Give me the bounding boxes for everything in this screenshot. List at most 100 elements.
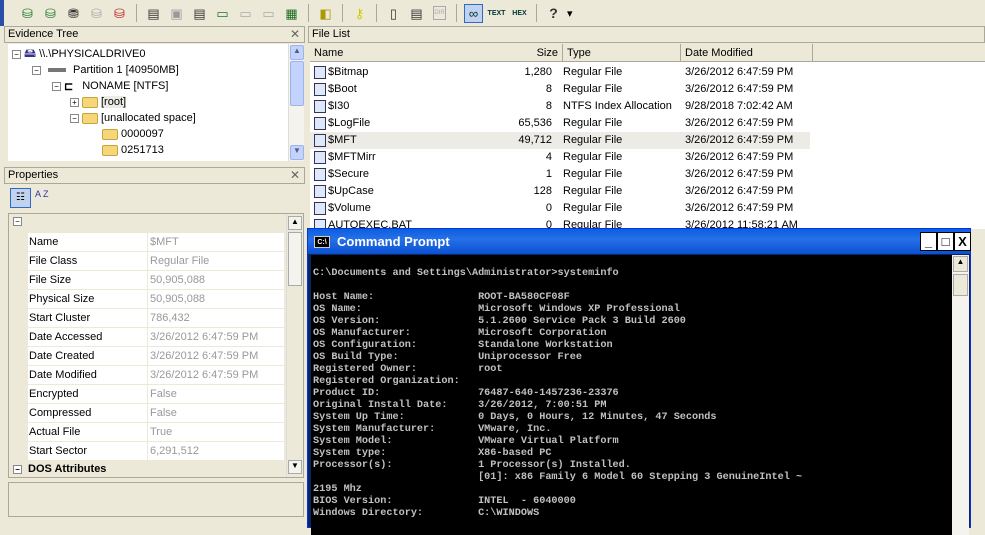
file-row[interactable]: $MFTMirr 4 Regular File 3/26/2012 6:47:59 P… <box>310 149 810 166</box>
categorized-icon[interactable]: ☷ <box>10 188 31 208</box>
column-header-size[interactable]: Size <box>513 44 563 62</box>
file-date: 3/26/2012 6:47:59 PM <box>685 185 794 197</box>
view-icon[interactable]: ∞ <box>464 3 483 23</box>
text-view-icon[interactable]: TEXT <box>487 4 506 23</box>
add-image-icon[interactable]: ⛁ <box>41 4 60 23</box>
help-icon[interactable]: ? <box>544 4 563 23</box>
property-row[interactable]: Date Modified 3/26/2012 6:47:59 PM <box>28 366 284 385</box>
file-name: $Bitmap <box>328 66 369 78</box>
collapse-icon[interactable]: − <box>70 113 79 123</box>
tree-node[interactable]: 0000097 <box>102 126 164 142</box>
property-row[interactable]: Start Cluster 786,432 <box>28 309 284 328</box>
scroll-up-icon[interactable]: ▲ <box>953 256 968 272</box>
key-icon[interactable]: ⚷ <box>350 4 369 23</box>
scroll-down-icon[interactable]: ▼ <box>288 460 302 474</box>
close-button[interactable]: X <box>954 232 971 251</box>
scroll-thumb[interactable] <box>953 274 968 296</box>
file-type: Regular File <box>563 185 623 197</box>
expand-icon[interactable]: + <box>70 97 79 107</box>
tree-node[interactable]: 0272913 <box>102 158 164 161</box>
hex-view-icon[interactable]: HEX <box>510 4 529 23</box>
add-drive-icon[interactable]: ⛃ <box>64 4 83 23</box>
property-row[interactable]: Date Accessed 3/26/2012 6:47:59 PM <box>28 328 284 347</box>
file-name: $LogFile <box>328 117 371 129</box>
property-row[interactable]: Date Created 3/26/2012 6:47:59 PM <box>28 347 284 366</box>
properties-toolbar: ☷ A Z <box>8 186 304 210</box>
close-icon[interactable]: ✕ <box>290 168 300 182</box>
decrypt-icon[interactable]: ◧ <box>316 4 335 23</box>
file-type: NTFS Index Allocation <box>563 100 672 112</box>
file-icon <box>314 117 326 130</box>
property-row[interactable]: Actual File True <box>28 423 284 442</box>
file-row[interactable]: $Boot 8 Regular File 3/26/2012 6:47:59 PM <box>310 81 810 98</box>
property-row[interactable]: Name $MFT <box>28 233 284 252</box>
add-evidence-icon[interactable]: ⛁ <box>18 4 37 23</box>
scroll-thumb[interactable] <box>288 232 302 286</box>
tree-node[interactable]: − Partition 1 [40950MB] <box>32 62 179 78</box>
minimize-button[interactable]: _ <box>920 232 937 251</box>
tree-node[interactable]: − [unallocated space] <box>70 110 196 126</box>
verify-icon[interactable]: ▭ <box>236 4 255 23</box>
close-icon[interactable]: ✕ <box>290 27 300 41</box>
tree-node[interactable]: − ⊏ NONAME [NTFS] <box>52 78 168 94</box>
scroll-up-icon[interactable]: ▲ <box>290 45 304 60</box>
dos-attributes-section[interactable]: − DOS Attributes <box>13 463 106 475</box>
collapse-icon[interactable]: − <box>32 65 41 75</box>
file-row[interactable]: $LogFile 65,536 Regular File 3/26/2012 6:47… <box>310 115 810 132</box>
scroll-up-icon[interactable]: ▲ <box>288 216 302 230</box>
grid-scrollbar[interactable]: ▲ ▼ <box>286 214 303 477</box>
create-image-icon[interactable]: ▤ <box>144 4 163 23</box>
file-row[interactable]: $UpCase 128 Regular File 3/26/2012 6:47:59 … <box>310 183 810 200</box>
new-list-icon[interactable]: ▯ <box>384 4 403 23</box>
property-value: False <box>150 407 177 419</box>
console-output[interactable]: C:\Documents and Settings\Administrator>… <box>311 255 952 535</box>
remove-evidence-icon[interactable]: ⛁ <box>87 4 106 23</box>
remove-all-icon[interactable]: ⛁ <box>110 4 129 23</box>
property-row[interactable]: Encrypted False <box>28 385 284 404</box>
mount-icon[interactable]: ▭ <box>213 4 232 23</box>
collapse-icon[interactable]: − <box>13 464 22 474</box>
file-date: 3/26/2012 6:47:59 PM <box>685 117 794 129</box>
toolbar-overflow-icon[interactable]: ▾ <box>567 7 573 20</box>
tree-scrollbar[interactable]: ▲ ▼ <box>288 44 304 161</box>
tree-node[interactable]: 0251713 <box>102 142 164 158</box>
command-prompt-window[interactable]: C:\ Command Prompt _ □ X C:\Documents an… <box>307 228 971 535</box>
property-row[interactable]: Compressed False <box>28 404 284 423</box>
tree-node[interactable]: − 🖴 \\.\PHYSICALDRIVE0 <box>12 46 146 62</box>
command-prompt-titlebar[interactable]: C:\ Command Prompt _ □ X <box>308 229 971 254</box>
property-row[interactable]: Start Sector 6,291,512 <box>28 442 284 461</box>
console-line: System type: X86-based PC <box>313 448 552 459</box>
collapse-icon[interactable]: − <box>13 217 22 226</box>
property-row[interactable]: File Class Regular File <box>28 252 284 271</box>
file-row[interactable]: $Bitmap 1,280 Regular File 3/26/2012 6:47:5… <box>310 64 810 81</box>
export-icon[interactable]: ▤ <box>190 4 209 23</box>
file-name: $Boot <box>328 83 357 95</box>
console-line: 2195 Mhz <box>313 484 362 495</box>
sort-alpha-icon[interactable]: A Z <box>35 190 49 199</box>
collapse-icon[interactable]: − <box>12 49 21 59</box>
column-header-type[interactable]: Type <box>563 44 681 62</box>
file-row[interactable]: $MFT 49,712 Regular File 3/26/2012 6:47:59 … <box>310 132 810 149</box>
collapse-icon[interactable]: − <box>52 81 61 91</box>
memory-icon[interactable]: ▦ <box>282 4 301 23</box>
scroll-down-icon[interactable]: ▼ <box>290 145 304 160</box>
console-icon: C:\ <box>314 235 330 248</box>
dir-list-icon[interactable]: DIR <box>430 4 449 23</box>
save-icon[interactable]: ▣ <box>167 4 186 23</box>
property-row[interactable]: File Size 50,905,088 <box>28 271 284 290</box>
list-icon[interactable]: ▤ <box>407 4 426 23</box>
file-size: 8 <box>545 83 552 95</box>
file-row[interactable]: $I30 8 NTFS Index Allocation 9/28/2018 7:02… <box>310 98 810 115</box>
console-line: Original Install Date: 3/26/2012, 7:00:5… <box>313 400 607 411</box>
property-row[interactable]: Physical Size 50,905,088 <box>28 290 284 309</box>
file-row[interactable]: $Volume 0 Regular File 3/26/2012 6:47:59 PM <box>310 200 810 217</box>
file-list: Name Size Type Date Modified $Bitmap 1,28… <box>310 44 985 229</box>
tree-node[interactable]: + [root] <box>70 94 127 110</box>
scroll-thumb[interactable] <box>290 61 304 106</box>
hex-view-icon-label: HEX <box>512 9 527 17</box>
capture-icon[interactable]: ▭ <box>259 4 278 23</box>
file-row[interactable]: $Secure 1 Regular File 3/26/2012 6:47:59 PM <box>310 166 810 183</box>
console-scrollbar[interactable]: ▲ <box>952 255 969 535</box>
column-header-date[interactable]: Date Modified <box>681 44 813 62</box>
maximize-button[interactable]: □ <box>937 232 954 251</box>
